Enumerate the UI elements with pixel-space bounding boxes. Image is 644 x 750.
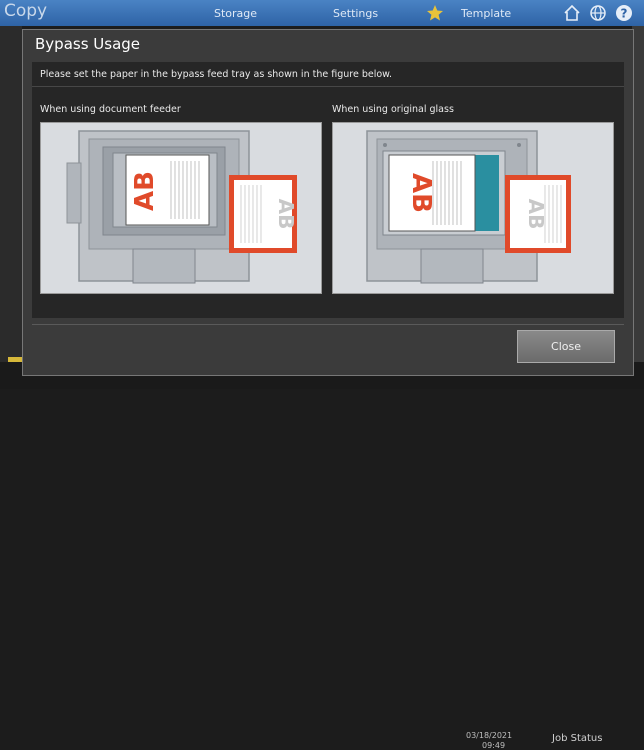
home-icon[interactable]: [563, 4, 581, 22]
app-title: Copy: [4, 1, 48, 21]
job-status-button[interactable]: Job Status: [552, 733, 602, 744]
ab-text-tray-right: AB: [524, 199, 548, 230]
svg-text:AB: AB: [406, 173, 436, 213]
ab-text-right: AB: [406, 173, 436, 213]
document-feeder-label: When using document feeder: [40, 104, 181, 115]
left-edge: [0, 26, 22, 389]
top-bar: Copy Storage Settings Template ?: [0, 0, 644, 26]
svg-text:AB: AB: [274, 199, 298, 230]
svg-text:AB: AB: [130, 171, 160, 211]
document-feeder-illustration: AB AB: [40, 122, 322, 294]
globe-icon[interactable]: [589, 4, 607, 22]
bypass-usage-dialog: Bypass Usage Please set the paper in the…: [22, 29, 634, 376]
settings-tab[interactable]: Settings: [333, 7, 378, 20]
footer-divider: [32, 324, 624, 325]
instruction-text: Please set the paper in the bypass feed …: [40, 69, 393, 80]
star-icon[interactable]: [426, 4, 444, 22]
ab-text-left: AB: [130, 171, 160, 211]
dialog-title: Bypass Usage: [35, 35, 141, 53]
dialog-content: Please set the paper in the bypass feed …: [32, 62, 624, 318]
storage-tab[interactable]: Storage: [214, 7, 257, 20]
separator: [32, 86, 624, 87]
help-icon[interactable]: ?: [615, 4, 633, 22]
svg-text:?: ?: [621, 7, 628, 21]
ab-text-tray-left: AB: [274, 199, 298, 230]
svg-text:AB: AB: [524, 199, 548, 230]
close-button[interactable]: Close: [517, 330, 615, 363]
template-tab[interactable]: Template: [461, 7, 511, 20]
time-text: 09:49: [482, 741, 506, 750]
date-text: 03/18/2021: [466, 731, 513, 740]
original-glass-label: When using original glass: [332, 104, 454, 115]
original-glass-illustration: AB AB: [332, 122, 614, 294]
